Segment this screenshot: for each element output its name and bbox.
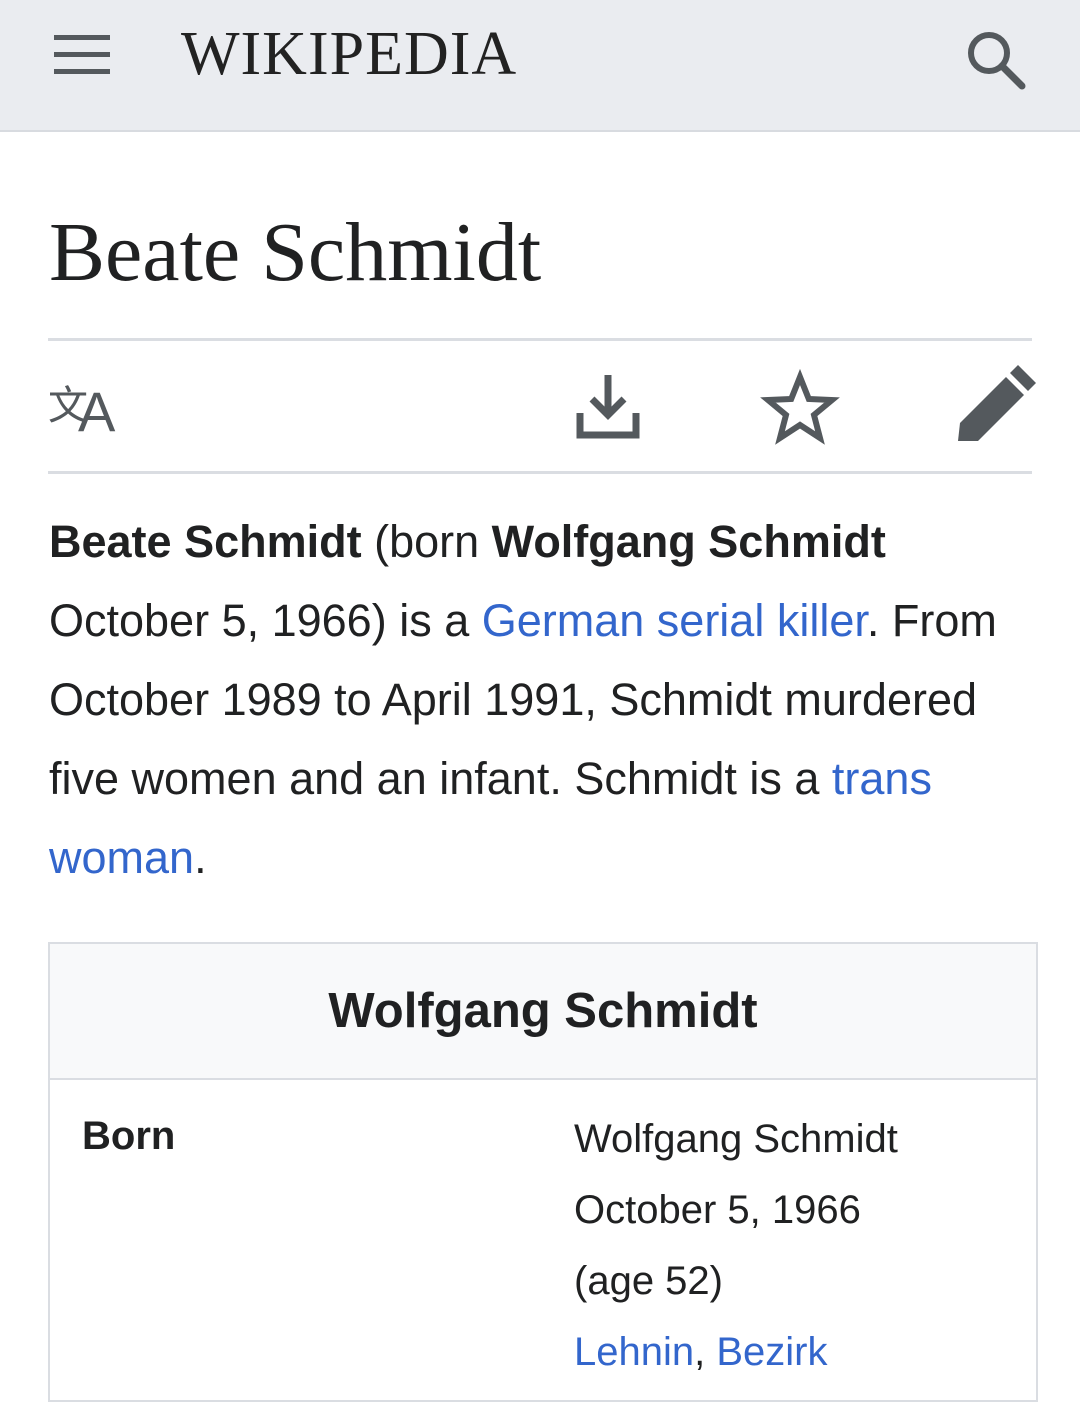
search-button[interactable] [954,16,1038,100]
infobox-value-line: Wolfgang Schmidt [574,1117,898,1161]
watch-star-button[interactable] [760,361,850,457]
infobox-place-line: Lehnin, Bezirk [574,1317,1014,1388]
top-header-bar: WIKIPEDIA [0,0,1080,132]
edit-button[interactable] [954,361,1044,457]
hamburger-menu-icon [54,35,110,74]
infobox-value-born: Wolfgang Schmidt October 5, 1966 (age 52… [574,1104,1014,1388]
infobox-title: Wolfgang Schmidt [50,944,1036,1080]
lead-paragraph: Beate Schmidt (born Wolfgang Schmidt Oct… [49,502,1039,897]
infobox-label-born: Born [82,1114,176,1158]
birth-name: Wolfgang Schmidt [491,516,886,567]
infobox: Wolfgang Schmidt Born Wolfgang Schmidt O… [48,942,1038,1402]
link-bezirk[interactable]: Bezirk [716,1330,827,1374]
main-menu-button[interactable] [44,24,120,84]
link-lehnin[interactable]: Lehnin [574,1330,694,1374]
download-button[interactable] [568,361,658,457]
place-separator: , [694,1330,717,1374]
pencil-edit-icon [958,365,1036,441]
lead-text: (born [361,516,492,567]
search-icon [968,32,1026,90]
infobox-value-line: (age 52) [574,1259,723,1303]
download-icon [576,375,640,439]
language-button[interactable]: 文 A [48,361,138,457]
star-watch-icon [760,368,840,445]
wikipedia-wordmark[interactable]: WIKIPEDIA [181,18,517,90]
lead-text: October 5, 1966) is a [49,595,482,646]
infobox-value-line: October 5, 1966 [574,1188,861,1232]
language-icon: 文 A [48,380,116,443]
subject-name: Beate Schmidt [49,516,362,567]
lead-text: . [194,832,207,883]
page-title: Beate Schmidt [49,206,542,299]
page-actions-bar: 文 A [48,338,1036,474]
svg-text:A: A [78,380,116,443]
link-german-serial-killer[interactable]: German serial killer [482,595,867,646]
